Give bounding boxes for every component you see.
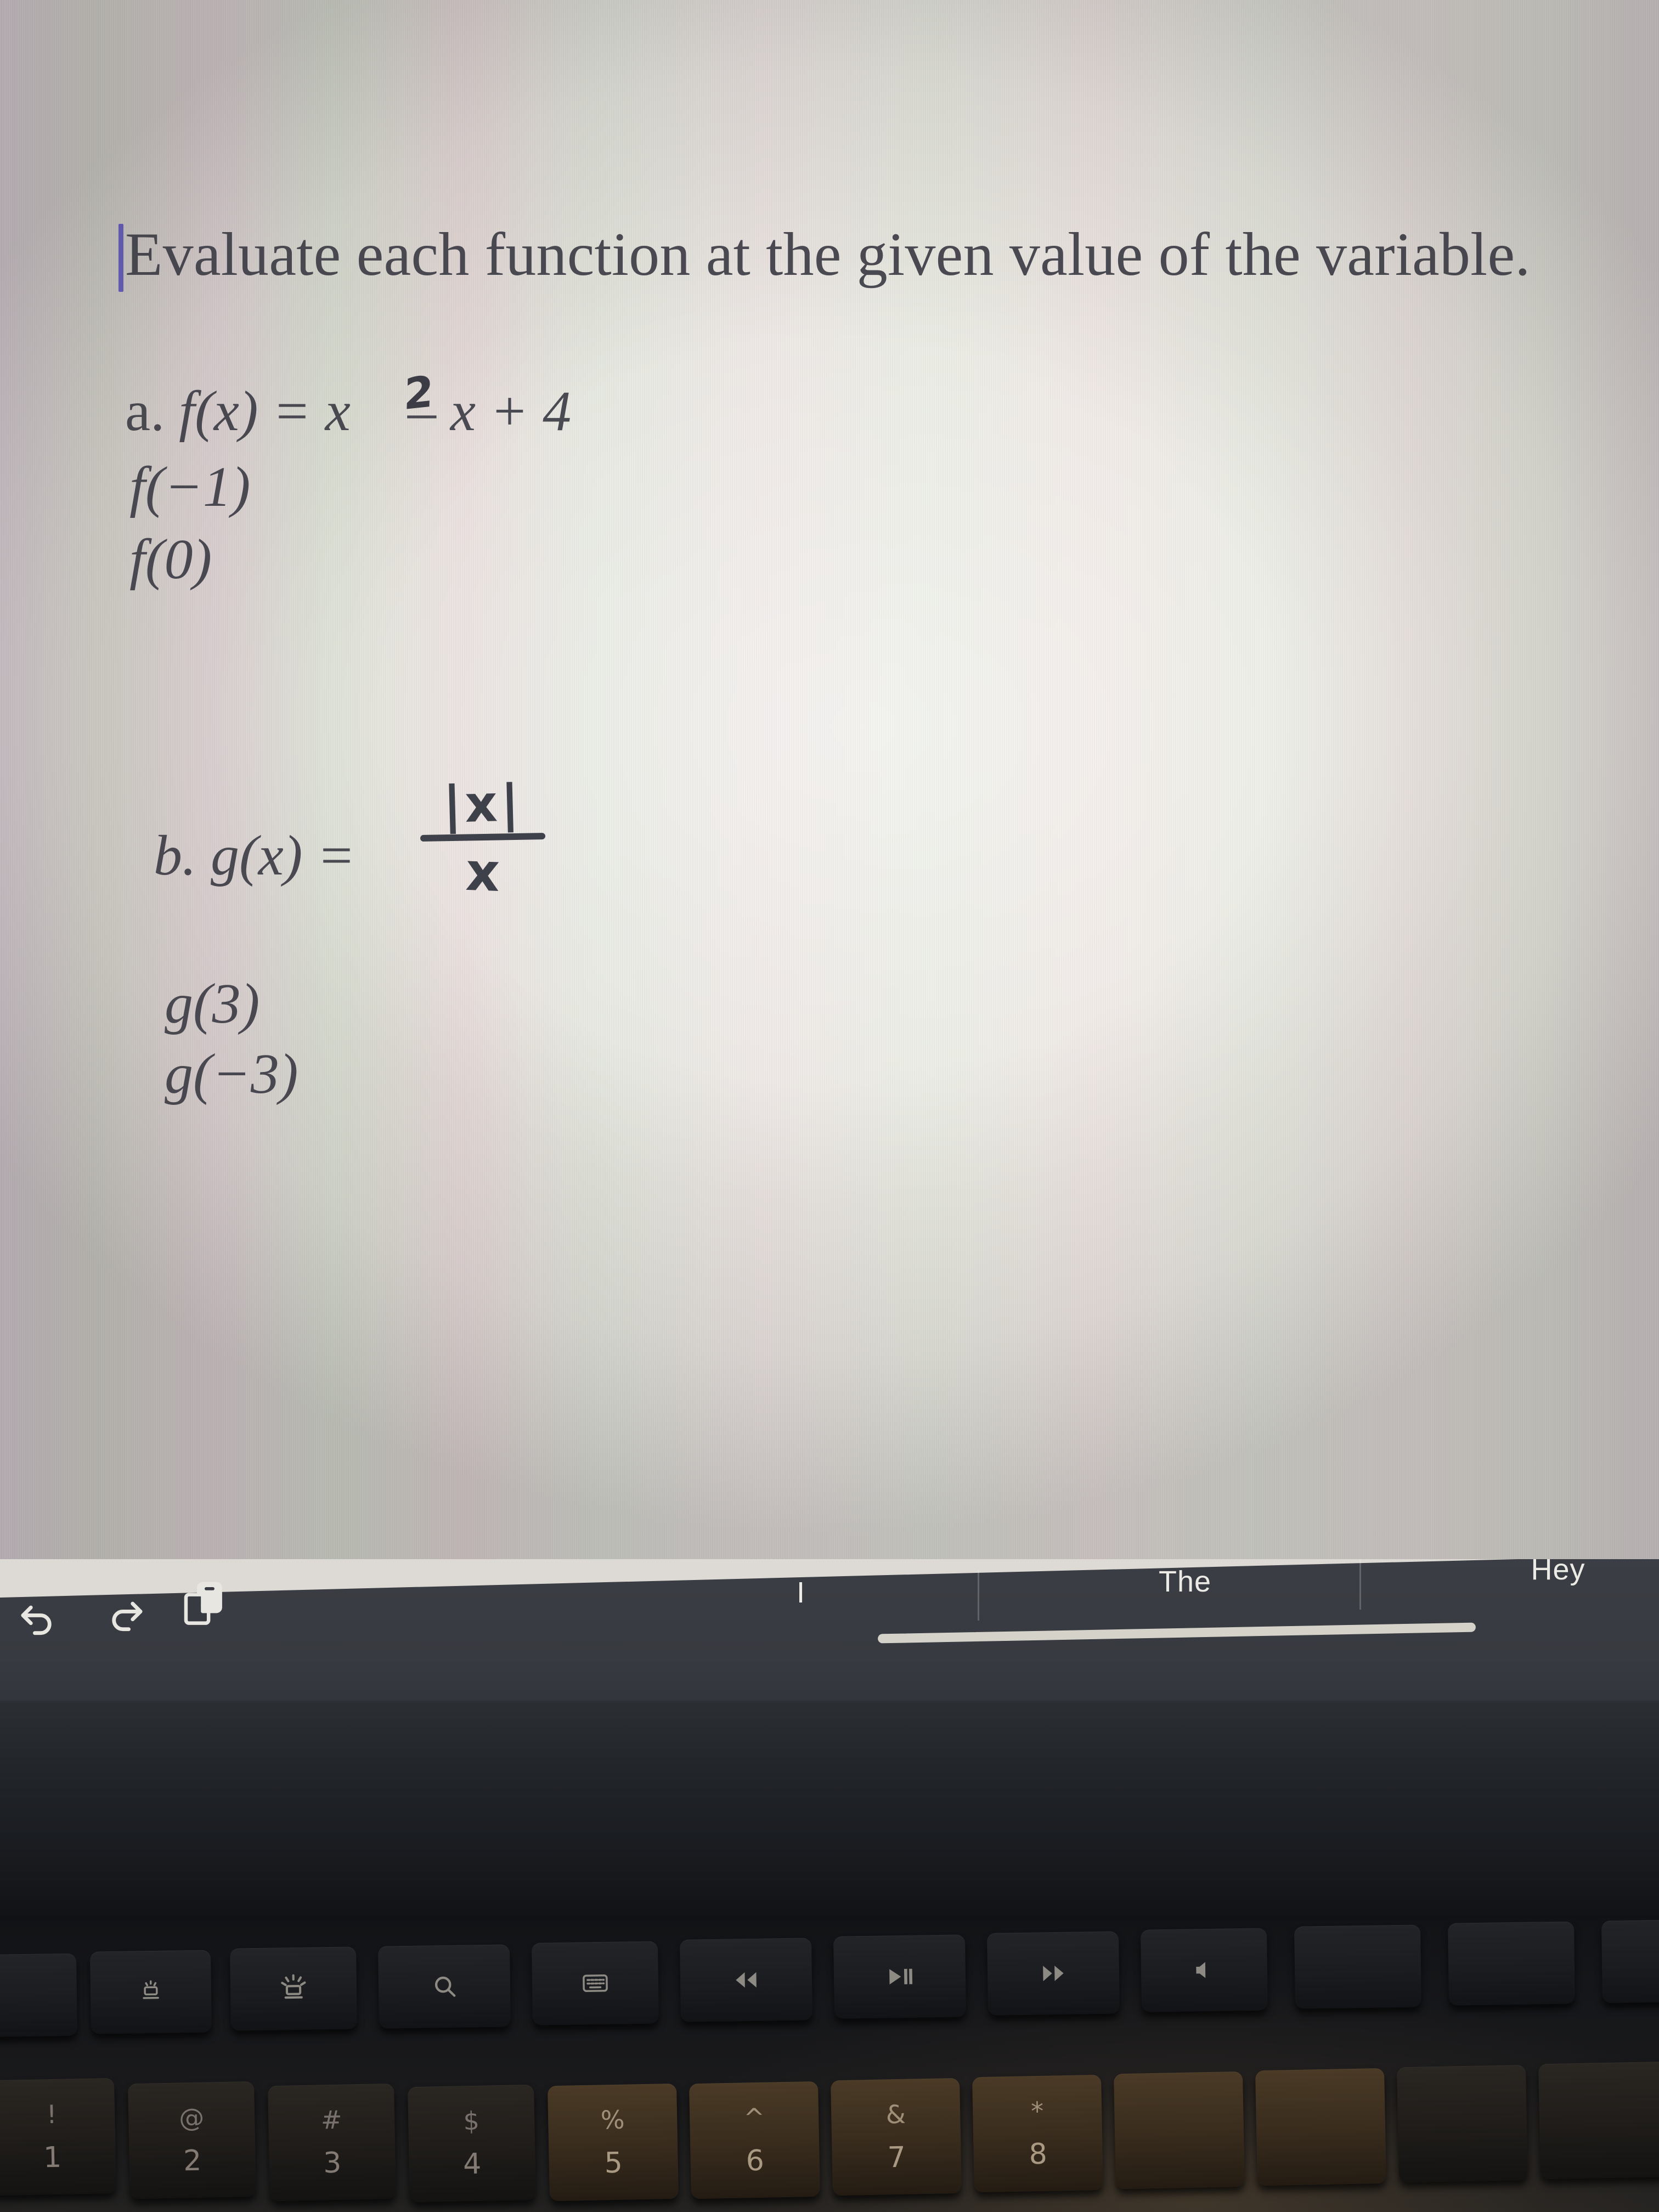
handwritten-fraction-abs-x-over-x: |x| x (417, 774, 549, 904)
fkey-fast-forward[interactable] (986, 1931, 1120, 2016)
handwritten-fraction-bar (420, 833, 546, 842)
evaluation-f-minus-1: f(−1) (129, 455, 251, 518)
equation-b-lhs: b. g(x) = (154, 824, 356, 887)
numkey-0[interactable] (1255, 2068, 1386, 2186)
numkey-minus[interactable] (1397, 2064, 1528, 2183)
fkey-rewind[interactable] (679, 1938, 813, 2022)
suggestion-divider-2 (1359, 1559, 1361, 1610)
fast-forward-icon (1043, 1965, 1064, 1982)
fkey-mute[interactable] (1447, 1921, 1576, 2006)
fkey-keyboard-backlight-down[interactable] (89, 1950, 212, 2034)
search-icon (435, 1976, 456, 1997)
device-bottom-bezel (0, 1701, 1659, 1942)
numkey-1-number: 1 (43, 2141, 62, 2175)
fkey-play-pause[interactable] (833, 1934, 967, 2019)
numkey-3[interactable]: # 3 (268, 2083, 396, 2202)
volume-down-icon (1196, 1962, 1206, 1978)
numkey-6-symbol: ^ (743, 2102, 765, 2133)
fkey-volume-up[interactable] (1294, 1925, 1422, 2009)
numkey-8[interactable]: * 8 (972, 2074, 1103, 2193)
numkey-8-number: 8 (1029, 2137, 1048, 2171)
numkey-9[interactable] (1114, 2071, 1245, 2190)
physical-laptop-keyboard: ! 1 @ 2 # 3 $ 4 % 5 ^ 6 & 7 * 8 (0, 1920, 1659, 2212)
fkey-search[interactable] (377, 1944, 511, 2029)
equation-a-lhs: f(x) = (179, 380, 311, 443)
numkey-7[interactable]: & 7 (831, 2078, 962, 2196)
predictive-suggestion-2[interactable]: The (1130, 1565, 1240, 1599)
numkey-2[interactable]: @ 2 (128, 2081, 256, 2199)
dictation-keyboard-icon (583, 1974, 608, 1992)
screenshot-root: Evaluate each function at the given valu… (0, 0, 1659, 2212)
evaluation-f-0: f(0) (129, 528, 212, 591)
numkey-6[interactable]: ^ 6 (689, 2081, 820, 2199)
evaluation-g-minus-3: g(−3) (165, 1042, 298, 1105)
numkey-5[interactable]: % 5 (548, 2083, 679, 2202)
numkey-7-symbol: & (885, 2099, 906, 2130)
numkey-1[interactable]: ! 1 (0, 2078, 116, 2196)
equation-a: a. f(x) = x – x + 4 (125, 379, 571, 444)
handwritten-numerator: |x| (442, 774, 523, 834)
play-pause-icon (889, 1968, 913, 1985)
predictive-suggestion-1[interactable]: I (768, 1576, 834, 1610)
suggestion-divider-1 (978, 1570, 979, 1621)
equation-a-base: x (325, 380, 351, 443)
numkey-3-number: 3 (323, 2146, 342, 2180)
fkey-dictation[interactable] (531, 1941, 659, 2025)
handwritten-denominator: x (465, 840, 501, 904)
undo-icon[interactable] (13, 1594, 60, 1641)
numkey-2-number: 2 (183, 2144, 202, 2178)
fkey-keyboard-backlight-up[interactable] (229, 1946, 358, 2031)
numkey-equals[interactable] (1538, 2061, 1659, 2180)
fkey-brightness-down[interactable] (0, 1953, 78, 2038)
keyboard-backlight-down-icon (143, 1980, 159, 1999)
numkey-4-number: 4 (462, 2147, 482, 2181)
numkey-4[interactable]: $ 4 (408, 2084, 536, 2203)
numkey-1-symbol: ! (46, 2099, 57, 2130)
keyboard-backlight-up-icon (281, 1974, 306, 1999)
fkey-power[interactable] (1601, 1920, 1659, 2004)
numkey-8-symbol: * (1030, 2096, 1044, 2126)
handwritten-exponent-two: 2 (403, 366, 435, 420)
evaluation-g-3: g(3) (165, 972, 260, 1035)
equation-b: b. g(x) = (154, 823, 356, 888)
numkey-3-symbol: # (320, 2104, 342, 2135)
equation-a-label: a. (125, 380, 165, 443)
numkey-7-number: 7 (887, 2141, 906, 2175)
redo-icon[interactable] (103, 1590, 150, 1637)
prompt-text: Evaluate each function at the given valu… (125, 221, 1531, 289)
fkey-volume-down[interactable] (1140, 1928, 1268, 2012)
text-cursor-caret (119, 224, 123, 292)
numkey-5-symbol: % (600, 2104, 625, 2135)
paste-icon[interactable] (181, 1579, 228, 1626)
numkey-4-symbol: $ (463, 2106, 480, 2136)
predictive-suggestion-3[interactable]: Hey (1503, 1553, 1613, 1587)
tablet-screen: Evaluate each function at the given valu… (0, 0, 1659, 1580)
numkey-6-number: 6 (746, 2144, 765, 2178)
numkey-2-symbol: @ (178, 2102, 205, 2133)
numkey-5-number: 5 (604, 2146, 623, 2180)
rewind-icon (736, 1972, 757, 1988)
